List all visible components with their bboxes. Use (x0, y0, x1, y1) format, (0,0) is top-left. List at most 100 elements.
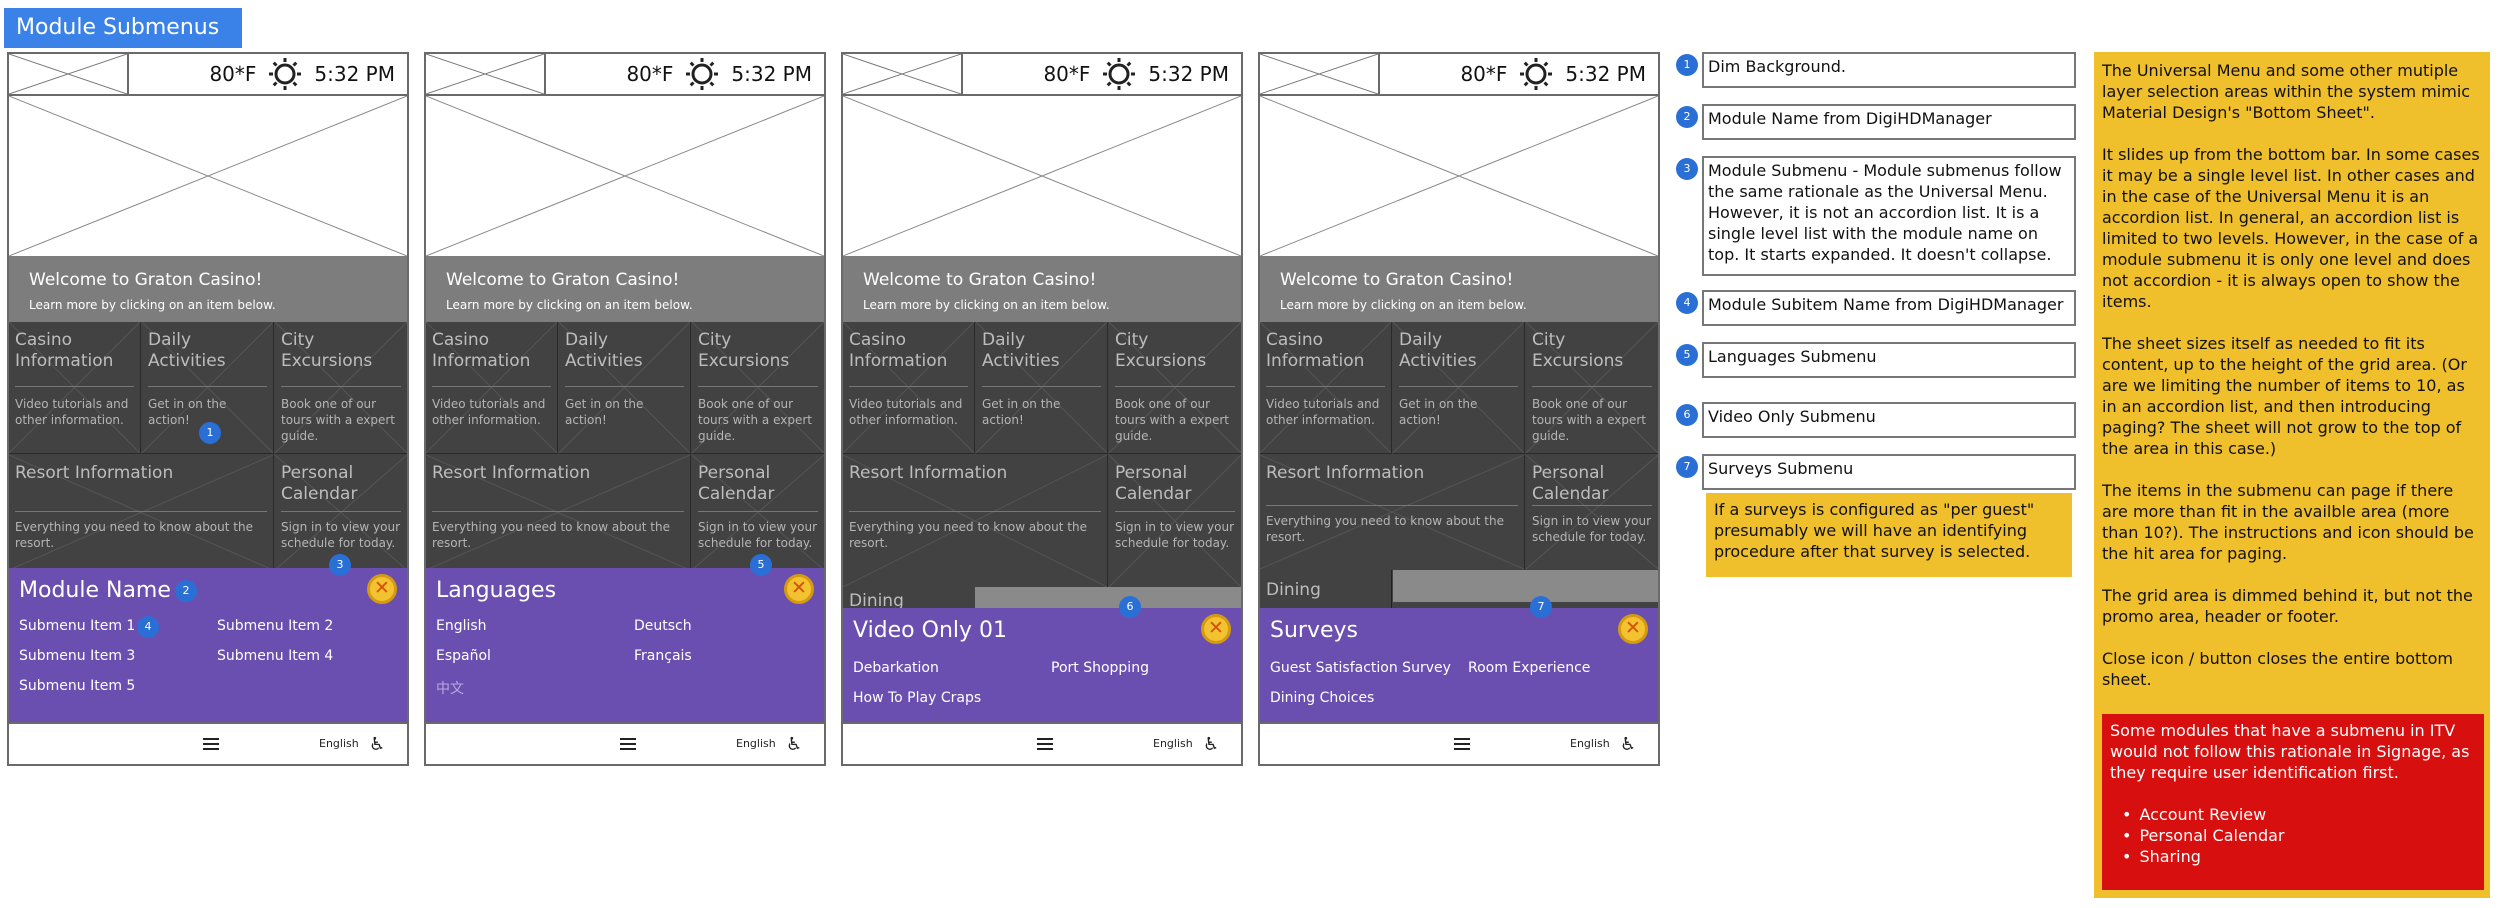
clock: 5:32 PM (731, 62, 812, 86)
tile-resort-information[interactable]: Resort Information Everything you need t… (426, 455, 691, 570)
close-icon[interactable]: ✕ (1618, 614, 1648, 644)
tile-dining[interactable]: Dining (1260, 570, 1392, 610)
language-button[interactable]: English (736, 737, 776, 750)
tile-title: Personal Calendar (281, 463, 358, 504)
tile-daily-activities[interactable]: Daily Activities Get in on the action! (976, 322, 1108, 454)
survey-item[interactable]: Dining Choices (1270, 690, 1374, 706)
bottom-sheet: Video Only 01 ✕ Debarkation Port Shoppin… (843, 608, 1241, 724)
signage-warning: Some modules that have a submenu in ITV … (2102, 714, 2484, 890)
tile-personal-calendar[interactable]: Personal Calendar Sign in to view your s… (1109, 455, 1241, 587)
hamburger-menu-icon[interactable] (1037, 738, 1053, 750)
promo-image-placeholder (9, 96, 407, 256)
phone-mockup-surveys: 80*F 5:32 PM Welcome to Graton Casino! L… (1258, 52, 1660, 766)
sun-icon (269, 58, 302, 90)
promo-image-placeholder (843, 96, 1241, 256)
video-item[interactable]: Port Shopping (1051, 660, 1149, 676)
survey-item[interactable]: Guest Satisfaction Survey (1270, 660, 1451, 676)
tile-daily-activities[interactable]: Daily Activities Get in on the action! (559, 322, 691, 454)
tile-desc: Everything you need to know about the re… (15, 520, 253, 550)
tile-desc: Book one of our tours with a expert guid… (281, 397, 396, 443)
promo-image-placeholder (1260, 96, 1658, 256)
welcome-banner: Welcome to Graton Casino! Learn more by … (843, 256, 1241, 322)
language-option[interactable]: Deutsch (634, 618, 692, 634)
close-icon[interactable]: ✕ (367, 574, 397, 604)
warning-text: Some modules that have a submenu in ITV … (2110, 721, 2470, 782)
welcome-subtitle: Learn more by clicking on an item below. (863, 298, 1110, 312)
welcome-title: Welcome to Graton Casino! (446, 270, 680, 290)
tile-resort-information[interactable]: Resort Information Everything you need t… (843, 455, 1108, 587)
hamburger-menu-icon[interactable] (620, 738, 636, 750)
wheelchair-icon[interactable]: ♿ (786, 734, 802, 755)
wheelchair-icon[interactable]: ♿ (369, 734, 385, 755)
bottom-sheet-rationale-note: The Universal Menu and some other mutipl… (2094, 52, 2490, 898)
language-button[interactable]: English (1153, 737, 1193, 750)
submenu-item[interactable]: Submenu Item 2 (217, 618, 333, 634)
temperature: 80*F (626, 62, 674, 86)
survey-item[interactable]: Room Experience (1468, 660, 1590, 676)
close-icon[interactable]: ✕ (1201, 614, 1231, 644)
tile-daily-activities[interactable]: Daily Activities Get in on the action! (1393, 322, 1525, 454)
wheelchair-icon[interactable]: ♿ (1203, 734, 1219, 755)
tile-casino-information[interactable]: Casino Information Video tutorials and o… (843, 322, 975, 454)
tile-resort-information[interactable]: Resort Information Everything you need t… (9, 455, 274, 570)
tile-casino-information[interactable]: Casino Information Video tutorials and o… (9, 322, 141, 454)
sun-icon (686, 58, 719, 90)
tile-city-excursions[interactable]: City Excursions Book one of our tours wi… (1526, 322, 1658, 454)
sheet-title: Surveys (1270, 618, 1358, 643)
hamburger-menu-icon[interactable] (203, 738, 219, 750)
submenu-item[interactable]: Submenu Item 5 (19, 678, 135, 694)
sun-icon (1520, 58, 1553, 90)
warning-list-item: Sharing (2122, 846, 2476, 867)
language-button[interactable]: English (1570, 737, 1610, 750)
tile-personal-calendar[interactable]: Personal Calendar Sign in to view your s… (692, 455, 824, 570)
language-option[interactable]: Español (436, 648, 491, 664)
weather-time: 80*F 5:32 PM (1043, 54, 1229, 94)
module-grid: Casino Information Video tutorials and o… (843, 322, 1241, 610)
tile-casino-information[interactable]: Casino Information Video tutorials and o… (426, 322, 558, 454)
tile-personal-calendar[interactable]: Personal Calendar Sign in to view your s… (275, 455, 407, 570)
submenu-item[interactable]: Submenu Item 4 (217, 648, 333, 664)
tile-desc: Sign in to view your schedule for today. (698, 520, 818, 550)
language-button[interactable]: English (319, 737, 359, 750)
tile-title: Casino Information (432, 330, 531, 371)
tile-resort-information[interactable]: Resort Information Everything you need t… (1260, 455, 1525, 569)
clock: 5:32 PM (1565, 62, 1646, 86)
tile-desc: Video tutorials and other information. (1266, 397, 1380, 427)
welcome-banner: Welcome to Graton Casino! Learn more by … (9, 256, 407, 322)
tile-desc: Video tutorials and other information. (849, 397, 963, 427)
note-subitem-name: Module Subitem Name from DigiHDManager (1702, 290, 2076, 326)
tile-city-excursions[interactable]: City Excursions Book one of our tours wi… (1109, 322, 1241, 454)
weather-time: 80*F 5:32 PM (626, 54, 812, 94)
language-option[interactable]: 中文 (436, 678, 464, 698)
tile-title: Daily Activities (982, 330, 1060, 371)
page-title: Module Submenus (4, 8, 242, 48)
tile-city-excursions[interactable]: City Excursions Book one of our tours wi… (275, 322, 407, 454)
hamburger-menu-icon[interactable] (1454, 738, 1470, 750)
rationale-paragraph: It slides up from the bottom bar. In som… (2102, 145, 2480, 311)
note-number: 4 (1676, 292, 1698, 314)
tile-title: Casino Information (849, 330, 948, 371)
tile-dining[interactable]: Dining (843, 587, 975, 610)
video-item[interactable]: Debarkation (853, 660, 939, 676)
video-item[interactable]: How To Play Craps (853, 690, 981, 706)
wheelchair-icon[interactable]: ♿ (1620, 734, 1636, 755)
tile-title: City Excursions (1115, 330, 1207, 371)
close-icon[interactable]: ✕ (784, 574, 814, 604)
tile-desc: Everything you need to know about the re… (432, 520, 670, 550)
welcome-title: Welcome to Graton Casino! (863, 270, 1097, 290)
tile-city-excursions[interactable]: City Excursions Book one of our tours wi… (692, 322, 824, 454)
submenu-item[interactable]: Submenu Item 3 (19, 648, 135, 664)
logo-placeholder (9, 54, 129, 94)
bottom-sheet: Module Name ✕ Submenu Item 1 Submenu Ite… (9, 568, 407, 724)
tile-casino-information[interactable]: Casino Information Video tutorials and o… (1260, 322, 1392, 454)
language-option[interactable]: Français (634, 648, 692, 664)
tile-desc: Sign in to view your schedule for today. (281, 520, 401, 550)
tile-personal-calendar[interactable]: Personal Calendar Sign in to view your s… (1526, 455, 1658, 569)
tile-desc: Get in on the action! (565, 397, 644, 427)
welcome-subtitle: Learn more by clicking on an item below. (1280, 298, 1527, 312)
logo-placeholder (1260, 54, 1380, 94)
callout-badge: 4 (137, 616, 159, 638)
language-option[interactable]: English (436, 618, 487, 634)
tile-title: Daily Activities (565, 330, 643, 371)
submenu-item[interactable]: Submenu Item 1 (19, 618, 135, 634)
